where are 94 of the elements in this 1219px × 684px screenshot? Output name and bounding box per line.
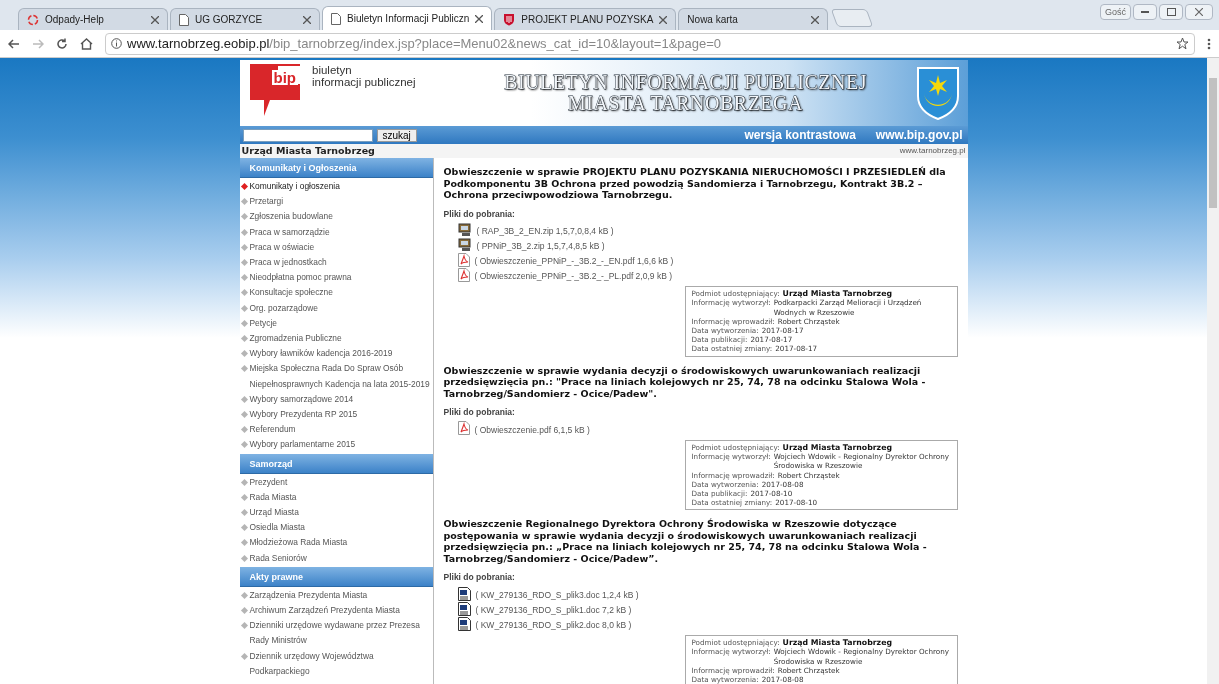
minimize-icon [1141,11,1149,13]
files-label: Pliki do pobrania: [443,571,516,585]
page-icon [179,13,189,26]
file-download-link[interactable]: ( RAP_3B_2_EN.zip 1,5,7,0,8,4 kB ) [476,225,614,239]
pdf-file-icon [457,267,470,282]
close-tab-icon[interactable] [303,15,311,24]
sidebar-link[interactable]: Urząd Miasta [239,505,433,521]
pdf-file-icon [457,421,470,436]
document-file-icon [457,601,471,616]
browser-tab[interactable]: Nowa karta [678,8,829,30]
close-button[interactable] [1185,4,1213,20]
announcement-title: Obwieszczenie w sprawie wydania decyzji o środowiskowych uwarunkowaniach realizacji przedsięwzięcia pn.: "Prace na liniach kolejowych nr 25, 74, 78 na odcinku Stalowa Wola - Tarnobrzeg/Sandomierz - Ocice/Padew". [443,364,927,400]
close-tab-icon[interactable] [151,15,159,24]
announcement-title: Obwieszczenie Regionalnego Dyrektora Ochrony Środowiska w Rzeszowie dotyczące postępowania w sprawie wydania decyzji o środowiskowych uwarunkowaniach realizacji przedsięwzięcia pn.: „Prace na liniach kolejowych nr 25, 74, 78 na odcinku Stalowa Wola -Tarnobrzeg/Sandomierz - Ocice/Padew”. [443,518,928,565]
search-button[interactable]: szukaj [376,128,417,142]
sidebar-link[interactable]: Referendum [239,422,433,438]
scrollbar[interactable] [1207,58,1219,684]
reload-icon[interactable] [56,37,68,50]
browser-tab[interactable]: Odpady-Help [18,8,168,30]
announcement-title: Obwieszczenie w sprawie PROJEKTU PLANU POZYSKANIA NIERUCHOMOŚCI I PRZESIEDLEŃ dla Podkomponentu 3B Ochrona przed powodzią Sandomierza i Tarnobrzegu, Kontrakt 3B.2 – Ochrona przeciwpowodziowa Tarnobrzegu. [443,166,947,201]
shield-icon [503,13,516,26]
menu-icon[interactable] [1207,37,1211,50]
site-title: BIULETYN INFORMACJI PUBLICZNEJ [504,72,867,93]
site-address: www.tarnobrzeg.pl [899,145,966,157]
browser-tab[interactable]: UG GORZYCE [170,8,320,30]
bip-logo-text: bip [271,70,298,85]
sidebar-section-header: Akty prawne [239,566,433,587]
sidebar-link[interactable]: Rada Miasta [239,489,433,506]
sidebar-link[interactable]: Zgłoszenia budowlane [239,209,433,225]
coat-of-arms-drawing [915,66,960,120]
sidebar-link[interactable]: Zarządzenia Prezydenta Miasta [239,587,433,604]
back-icon[interactable] [8,38,20,49]
file-download-link[interactable]: ( PPNiP_3B_2.zip 1,5,7,4,8,5 kB ) [476,240,605,254]
home-icon[interactable] [80,37,93,50]
institution-name: Urząd Miasta Tarnobrzeg [241,143,375,158]
sidebar-link[interactable]: Rada Seniorów [239,550,433,566]
site-title: MIASTA TARNOBRZEGA [568,93,803,114]
sidebar-link[interactable]: Konsultacje społeczne [239,285,433,301]
pdf-file-icon [457,252,470,267]
sidebar-link[interactable]: Młodzieżowa Rada Miasta [239,535,433,551]
contrast-link[interactable]: wersja kontrastowa [744,126,856,144]
sidebar-link[interactable]: Dzienniki urzędowe wydawane przez Prezesa Rady Ministrów [239,618,433,649]
sidebar-link[interactable]: Prezydent [239,474,433,490]
file-download-link[interactable]: ( KW_279136_RDO_S_plik3.doc 1,2,4 kB ) [475,589,639,602]
close-tab-icon[interactable] [659,15,668,24]
logo-caption: biuletyn [312,64,353,76]
file-download-link[interactable]: ( Obwieszczenie_PPNiP_-_3B.2_-_EN.pdf 1,6,6 kB ) [474,255,674,269]
maximize-button[interactable] [1159,4,1183,20]
logo-caption: informacji publicznej [312,76,416,88]
sidebar-link[interactable]: Wybory Prezydenta RP 2015 [239,407,433,423]
file-download-link[interactable]: ( Obwieszczenie_PPNiP_-_3B.2_-_PL.pdf 2,0,9 kB ) [474,270,672,284]
computer-file-icon [457,237,472,252]
sidebar-link[interactable]: Praca w oświacie [239,239,433,255]
sidebar-link[interactable]: Dziennik urzędowy Województwa Podkarpackiego [239,648,433,680]
sidebar-link[interactable]: Praca w jednostkach [239,255,433,271]
close-icon [1195,8,1203,16]
sidebar-link[interactable]: Zgromadzenia Publiczne [239,331,433,347]
sidebar-link[interactable]: Przetargi [239,194,433,210]
close-tab-icon[interactable] [475,14,484,23]
sidebar-link[interactable]: Wybory ławników kadencja 2016-2019 [239,346,433,362]
address-bar[interactable]: www.tarnobrzeg.eobip.pl/bip_tarnobrzeg/index.jsp?place=Menu02&news_cat_id=10&layout=1&page=0 [105,32,1195,55]
files-label: Pliki do pobrania: [443,207,516,221]
profile-badge[interactable]: Gość [1100,4,1131,20]
search-field[interactable] [242,128,373,142]
browser-tab[interactable]: PROJEKT PLANU POZYSKA [494,8,677,30]
minimize-button[interactable] [1133,4,1157,20]
sidebar-link[interactable]: Wybory samorządowe 2014 [239,391,433,408]
browser-tab[interactable]: Biuletyn Informacji Publiczn [322,6,493,30]
page-icon [331,12,341,25]
info-icon[interactable] [111,38,122,49]
document-file-icon [457,586,471,601]
sidebar-section-header: Samorząd [239,453,433,474]
file-download-link[interactable]: ( KW_279136_RDO_S_plik2.doc 8,0 kB ) [475,619,632,632]
sidebar-link[interactable]: Nieodpłatna pomoc prawna [239,270,433,286]
file-download-link[interactable]: ( KW_279136_RDO_S_plik1.doc 7,2 kB ) [475,604,632,617]
sidebar-section-header: Komunikaty i Ogłoszenia [239,158,433,178]
sidebar-link[interactable]: Osiedla Miasta [239,520,433,536]
files-label: Pliki do pobrania: [443,406,516,419]
sidebar-link[interactable]: Praca w samorządzie [239,224,433,240]
sidebar-link[interactable]: Komunikaty i ogłoszenia [239,179,433,195]
sidebar-link[interactable]: Wybory parlamentarne 2015 [239,437,433,453]
sidebar-link[interactable]: Petycje [239,315,433,332]
sidebar-link[interactable]: Miejska Społeczna Rada Do Spraw Osób Niepełnosprawnych Kadencja na lata 2015-2019 [239,361,433,392]
url-path: /bip_tarnobrzeg/index.jsp?place=Menu02&news_cat_id=10&layout=1&page=0 [269,35,722,51]
document-file-icon [457,616,471,631]
computer-file-icon [457,222,472,237]
close-tab-icon[interactable] [811,15,820,24]
sidebar-link[interactable]: Archiwum Zarządzeń Prezydenta Miasta [239,603,433,619]
sidebar-link[interactable]: Org. pozarządowe [239,300,433,316]
file-download-link[interactable]: ( Obwieszczenie.pdf 6,1,5 kB ) [474,424,590,437]
url-host: www.tarnobrzeg.eobip.pl [127,35,270,51]
bookmark-star-icon[interactable] [1176,37,1189,50]
maximize-icon [1166,8,1176,16]
bip-link[interactable]: www.bip.gov.pl [875,126,963,144]
